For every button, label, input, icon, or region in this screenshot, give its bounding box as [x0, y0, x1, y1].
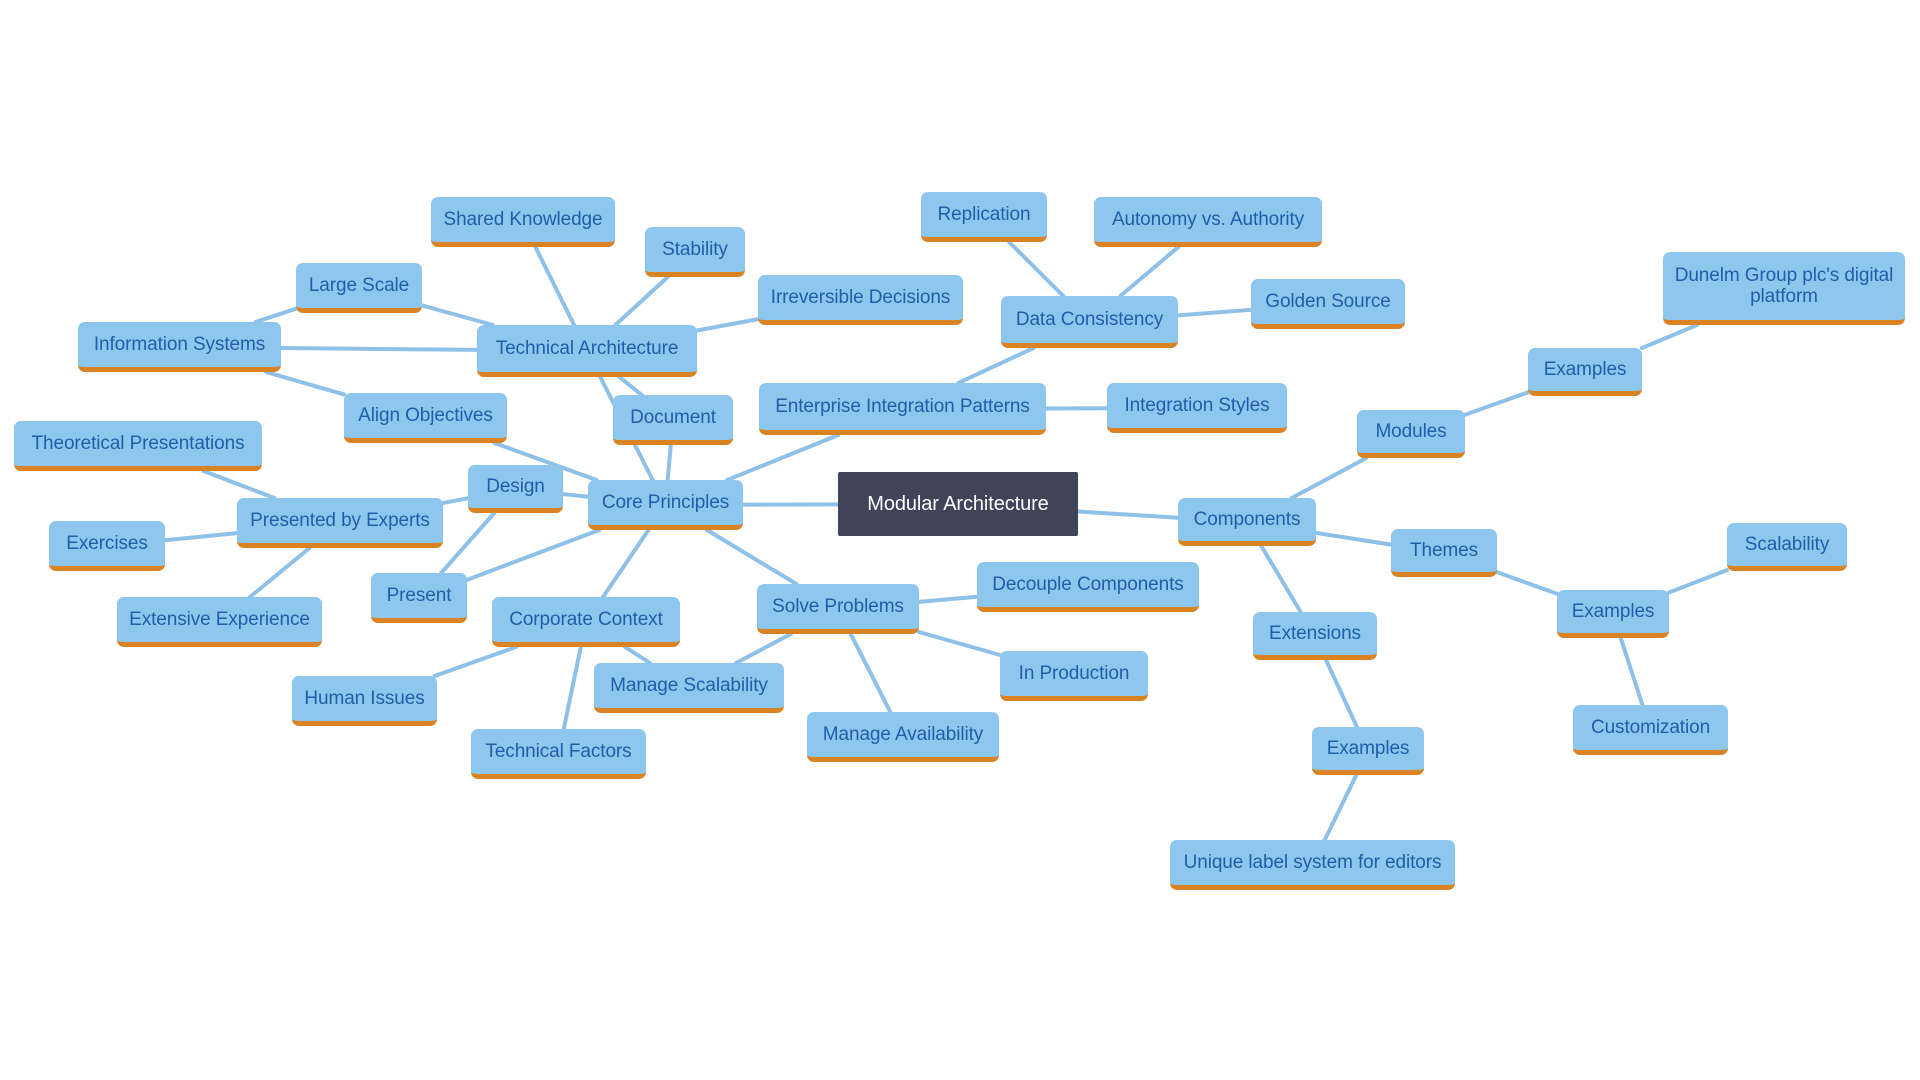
mindmap-node-document[interactable]: Document: [613, 395, 733, 445]
mindmap-node-techfactors[interactable]: Technical Factors: [471, 729, 646, 779]
mindmap-node-exthemes[interactable]: Examples: [1557, 590, 1669, 638]
edge-corpctx-to-humanissues: [432, 645, 518, 678]
edge-components-to-modules: [1289, 456, 1369, 500]
mindmap-node-intstyles[interactable]: Integration Styles: [1107, 383, 1287, 433]
mindmap-node-autonomy[interactable]: Autonomy vs. Authority: [1094, 197, 1322, 247]
edge-modules-to-exmodules: [1463, 390, 1530, 417]
edge-core-to-solve: [704, 528, 799, 586]
mindmap-node-techarch[interactable]: Technical Architecture: [477, 325, 697, 377]
edge-components-to-themes: [1314, 530, 1393, 547]
mindmap-node-infosys[interactable]: Information Systems: [78, 322, 281, 372]
mindmap-node-manageavail[interactable]: Manage Availability: [807, 712, 999, 762]
mind-map-canvas: Modular Architecture Core Principles Compo…: [0, 0, 1920, 1080]
mindmap-node-humanissues[interactable]: Human Issues: [292, 676, 437, 726]
edge-techarch-to-stability: [613, 275, 670, 327]
mindmap-node-sharedknow[interactable]: Shared Knowledge: [431, 197, 615, 247]
edge-themes-to-exthemes: [1495, 570, 1559, 596]
edge-techarch-to-irrevers: [695, 317, 760, 333]
mindmap-node-theoretical[interactable]: Theoretical Presentations: [14, 421, 262, 471]
root-node-root[interactable]: Modular Architecture: [838, 472, 1078, 536]
mindmap-node-corpctx[interactable]: Corporate Context: [492, 597, 680, 647]
mindmap-node-extensexp[interactable]: Extensive Experience: [117, 597, 322, 647]
edge-techarch-to-document: [617, 375, 644, 397]
edge-infosys-to-align: [264, 370, 346, 397]
edge-exmodules-to-dunelm: [1640, 323, 1700, 351]
mindmap-node-extensions[interactable]: Extensions: [1253, 612, 1377, 660]
edge-techarch-to-sharedknow: [533, 245, 577, 327]
edge-exthemes-to-customize: [1618, 636, 1645, 707]
mindmap-node-stability[interactable]: Stability: [645, 227, 745, 277]
mindmap-node-dataconsist[interactable]: Data Consistency: [1001, 296, 1178, 348]
edge-extensions-to-exext: [1324, 658, 1359, 729]
edge-core-to-design: [561, 492, 590, 499]
edge-core-to-document: [665, 443, 673, 482]
mindmap-node-scalability[interactable]: Scalability: [1727, 523, 1847, 571]
mindmap-node-customize[interactable]: Customization: [1573, 705, 1728, 755]
edge-dataconsist-to-goldensrc: [1176, 307, 1253, 318]
edge-infosys-to-techarch: [279, 345, 479, 352]
mindmap-node-largescale[interactable]: Large Scale: [296, 263, 422, 313]
mindmap-node-managescale[interactable]: Manage Scalability: [594, 663, 784, 713]
mindmap-node-core[interactable]: Core Principles: [588, 480, 743, 530]
edge-core-to-corpctx: [600, 528, 651, 599]
edge-design-to-present: [439, 511, 497, 575]
edge-dataconsist-to-autonomy: [1118, 245, 1181, 298]
edge-solve-to-managescale: [734, 632, 793, 665]
edge-core-to-present: [465, 528, 602, 582]
edge-experts-to-extensexp: [247, 546, 312, 599]
mindmap-node-align[interactable]: Align Objectives: [344, 393, 507, 443]
mindmap-node-experts[interactable]: Presented by Experts: [237, 498, 443, 548]
edge-exext-to-uniquelabel: [1322, 773, 1359, 842]
mindmap-node-goldensrc[interactable]: Golden Source: [1251, 279, 1405, 329]
edge-solve-to-manageavail: [848, 632, 893, 714]
edge-dataconsist-to-replication: [1007, 240, 1066, 298]
edge-eip-to-dataconsist: [956, 346, 1036, 385]
edge-exthemes-to-scalability: [1667, 568, 1729, 595]
edge-solve-to-decouple: [917, 594, 979, 604]
edge-core-to-eip: [725, 433, 841, 482]
mindmap-node-design[interactable]: Design: [468, 465, 563, 513]
mindmap-node-uniquelabel[interactable]: Unique label system for editors: [1170, 840, 1455, 890]
mindmap-node-exercises[interactable]: Exercises: [49, 521, 165, 571]
edge-corpctx-to-techfactors: [561, 645, 583, 731]
edge-components-to-extensions: [1259, 544, 1303, 614]
edge-corpctx-to-managescale: [623, 645, 652, 665]
mindmap-node-irrevers[interactable]: Irreversible Decisions: [758, 275, 963, 325]
edge-techarch-to-largescale: [420, 303, 495, 327]
mindmap-node-dunelm[interactable]: Dunelm Group plc's digital platform: [1663, 252, 1905, 325]
mindmap-node-decouple[interactable]: Decouple Components: [977, 562, 1199, 612]
edge-root-to-components: [1076, 509, 1180, 520]
edge-experts-to-exercises: [163, 531, 239, 543]
edge-infosys-to-largescale: [253, 306, 298, 324]
mindmap-node-exmodules[interactable]: Examples: [1528, 348, 1642, 396]
mindmap-node-inprod[interactable]: In Production: [1000, 651, 1148, 701]
edge-design-to-experts: [441, 496, 470, 506]
mindmap-node-eip[interactable]: Enterprise Integration Patterns: [759, 383, 1046, 435]
mindmap-node-replication[interactable]: Replication: [921, 192, 1047, 242]
mindmap-node-modules[interactable]: Modules: [1357, 410, 1465, 458]
mindmap-node-present[interactable]: Present: [371, 573, 467, 623]
edge-solve-to-inprod: [917, 629, 1002, 657]
mindmap-node-themes[interactable]: Themes: [1391, 529, 1497, 577]
edge-experts-to-theoretical: [201, 469, 277, 500]
mindmap-node-solve[interactable]: Solve Problems: [757, 584, 919, 634]
mindmap-node-components[interactable]: Components: [1178, 498, 1316, 546]
mindmap-node-exext[interactable]: Examples: [1312, 727, 1424, 775]
